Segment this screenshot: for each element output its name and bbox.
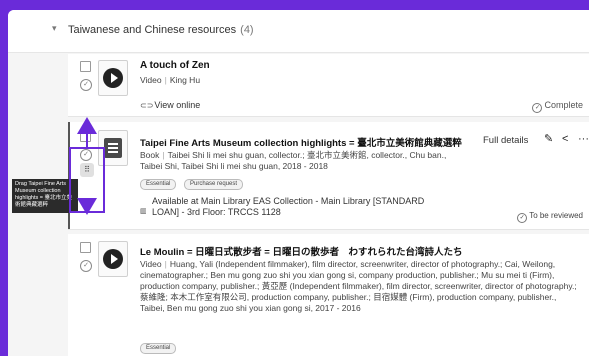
tag-purchase-request[interactable]: Purchase request bbox=[184, 179, 244, 190]
item-checkbox[interactable] bbox=[80, 242, 91, 253]
tag-essential[interactable]: Essential bbox=[140, 179, 177, 190]
availability-line2: LOAN] - 3rd Floor: TRCCS 1128 bbox=[152, 207, 281, 217]
separator: | bbox=[164, 75, 167, 85]
item-type: Video bbox=[140, 259, 162, 269]
item-meta: Book | Taibei Shi li mei shu guan, collect… bbox=[140, 150, 446, 161]
item-contributors: Huang, Yali (Independent filmmaker), fil… bbox=[140, 259, 577, 313]
check-circle-icon: ✓ bbox=[517, 213, 528, 223]
list-item[interactable]: ✓ A touch of Zen Video | King Hu ⊂⊃View on… bbox=[68, 54, 589, 117]
availability-line1: Available at Main Library EAS Collection… bbox=[152, 196, 425, 206]
status-label: Complete bbox=[544, 100, 583, 110]
tag-essential[interactable]: Essential bbox=[140, 343, 177, 354]
view-online-link[interactable]: ⊂⊃View online bbox=[140, 100, 200, 110]
item-meta: Video | Huang, Yali (Independent filmmaker… bbox=[140, 259, 580, 314]
list-item[interactable]: ✓ Le Moulin = 日曜日式散步者 = 日曜日の散歩者 わすれられた台湾… bbox=[68, 234, 589, 356]
book-icon bbox=[104, 138, 122, 158]
item-thumbnail bbox=[98, 60, 128, 96]
drag-tooltip: Drag Taipei Fine Arts Museum collection … bbox=[12, 179, 78, 213]
section-count: (4) bbox=[240, 24, 254, 36]
library-icon: ▥ bbox=[140, 208, 147, 215]
item-title[interactable]: Le Moulin = 日曜日式散步者 = 日曜日の散歩者 わすれられた台湾詩人… bbox=[140, 244, 462, 258]
list-item-selected[interactable]: ✓ Taipei Fine Arts Museum collection hig… bbox=[68, 122, 589, 230]
item-checkbox[interactable] bbox=[80, 131, 91, 142]
item-type: Video bbox=[140, 75, 162, 85]
item-type: Book bbox=[140, 150, 160, 160]
link-icon: ⊂⊃ bbox=[140, 101, 154, 110]
item-thumbnail bbox=[98, 130, 128, 166]
item-meta-line2: Taibei Shi, Taibei Shi li mei shu guan, … bbox=[140, 161, 328, 171]
check-circle-icon[interactable]: ✓ bbox=[80, 260, 92, 272]
item-meta-line1: Taibei Shi li mei shu guan, collector.; … bbox=[167, 150, 447, 160]
check-circle-icon: ✓ bbox=[532, 103, 543, 113]
chevron-down-icon[interactable]: ▾ bbox=[52, 23, 62, 33]
item-thumbnail bbox=[98, 241, 128, 277]
section-title-text: Taiwanese and Chinese resources bbox=[68, 24, 237, 36]
separator: | bbox=[164, 259, 167, 269]
item-meta: Video | King Hu bbox=[140, 75, 200, 86]
item-creator: King Hu bbox=[169, 75, 201, 85]
status-to-be-reviewed[interactable]: ✓ To be reviewed bbox=[517, 211, 583, 223]
item-title[interactable]: A touch of Zen bbox=[140, 60, 210, 71]
status-label: To be reviewed bbox=[529, 211, 583, 220]
more-icon[interactable]: ··· bbox=[578, 133, 589, 145]
availability-info[interactable]: ▥ Available at Main Library EAS Collecti… bbox=[140, 196, 430, 218]
share-icon[interactable]: < bbox=[562, 133, 568, 145]
pencil-icon[interactable]: ✎ bbox=[544, 133, 553, 145]
view-online-label: View online bbox=[154, 100, 201, 110]
status-complete[interactable]: ✓ Complete bbox=[532, 100, 583, 113]
section-title: Taiwanese and Chinese resources (4) bbox=[68, 24, 254, 36]
check-circle-icon[interactable]: ✓ bbox=[80, 79, 92, 91]
item-title[interactable]: Taipei Fine Arts Museum collection highl… bbox=[140, 135, 462, 149]
play-icon bbox=[103, 68, 123, 88]
reading-list-panel: ▾ Taiwanese and Chinese resources (4) ✓ A… bbox=[8, 10, 589, 356]
separator: | bbox=[162, 150, 165, 160]
full-details-link[interactable]: Full details bbox=[483, 135, 528, 146]
check-circle-icon[interactable]: ✓ bbox=[80, 149, 92, 161]
drag-handle-icon[interactable]: ⠿ bbox=[80, 163, 94, 177]
item-checkbox[interactable] bbox=[80, 61, 91, 72]
section-header[interactable]: ▾ Taiwanese and Chinese resources (4) bbox=[8, 10, 589, 53]
play-icon bbox=[103, 249, 123, 269]
